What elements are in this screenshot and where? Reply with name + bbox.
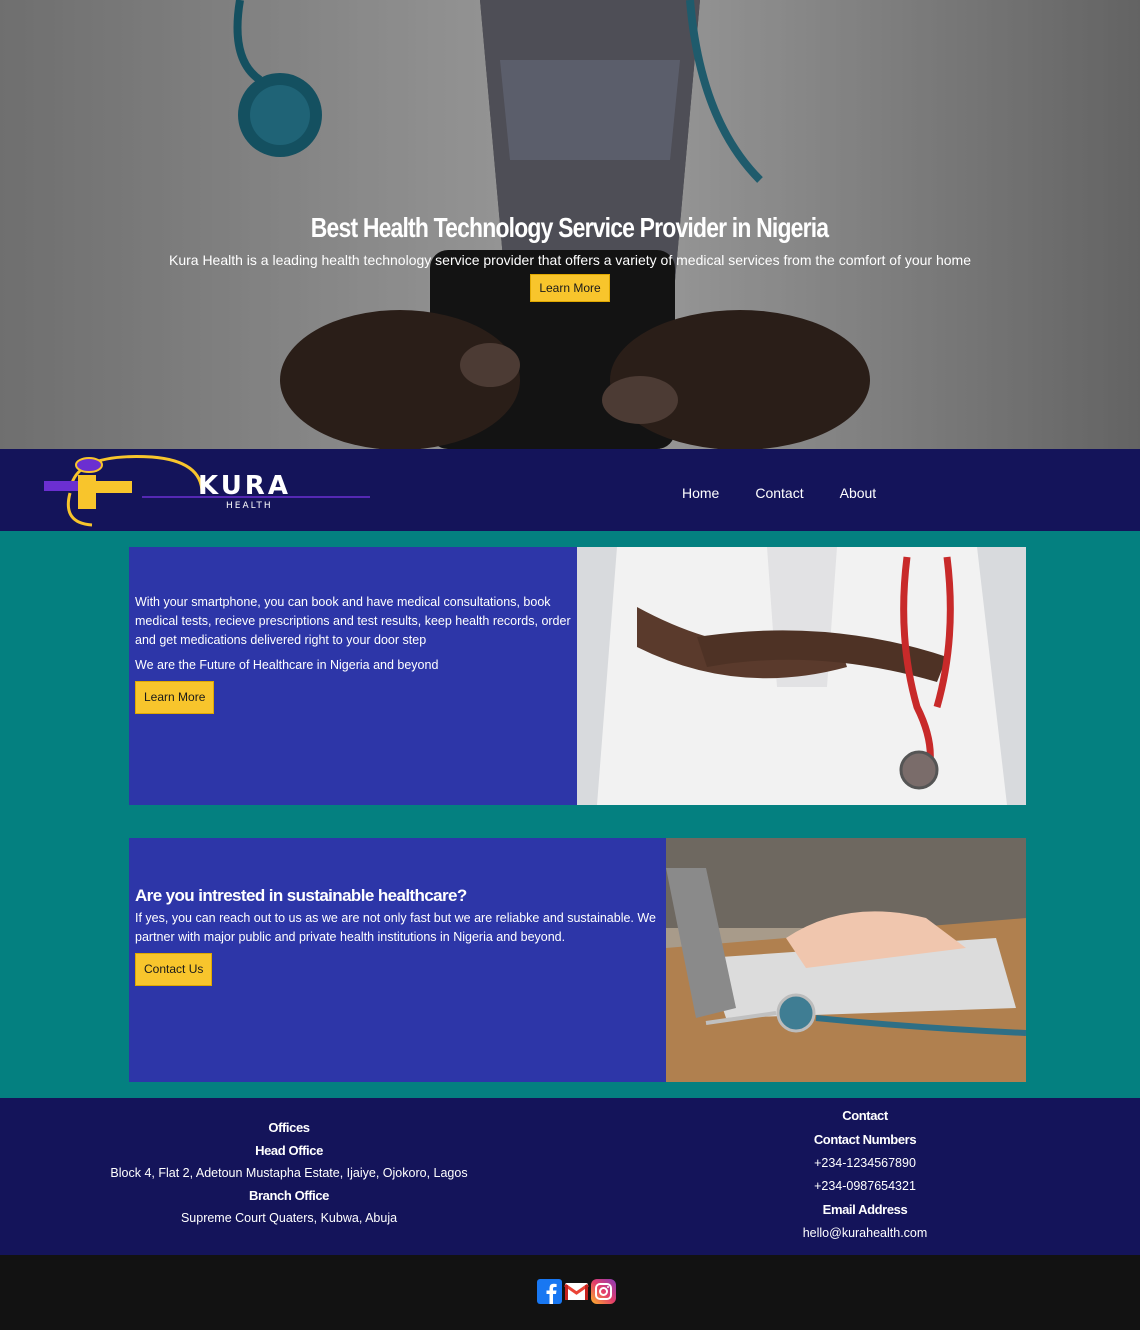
- branch-office-address: Supreme Court Quaters, Kubwa, Abuja: [180, 1211, 398, 1225]
- kura-health-logo[interactable]: KURA HEALTH: [42, 453, 372, 527]
- services-tagline: We are the Future of Healthcare in Niger…: [135, 658, 439, 672]
- partnership-heading: Are you intrested in sustainable healthc…: [135, 886, 467, 905]
- nav-home-link[interactable]: Home: [682, 485, 719, 501]
- social-icons: [537, 1279, 616, 1304]
- head-office-label: Head Office: [255, 1143, 323, 1158]
- offices-column: Offices Head Office Block 4, Flat 2, Ade…: [89, 1120, 489, 1233]
- contact-column: Contact Contact Numbers +234-1234567890 …: [715, 1108, 1015, 1249]
- email-address-label: Email Address: [822, 1202, 908, 1217]
- services-card-text: With your smartphone, you can book and h…: [129, 547, 577, 805]
- nav-contact-link[interactable]: Contact: [755, 485, 803, 501]
- services-card: With your smartphone, you can book and h…: [129, 547, 1026, 805]
- partnership-card: Are you intrested in sustainable healthc…: [129, 838, 1026, 1082]
- head-office-address: Block 4, Flat 2, Adetoun Mustapha Estate…: [110, 1166, 468, 1180]
- hero-learn-more-button[interactable]: Learn More: [530, 274, 610, 302]
- doctor-stethoscope-photo: [577, 547, 1026, 805]
- hero-content: Best Health Technology Service Provider …: [0, 212, 1140, 302]
- email-address[interactable]: hello@kurahealth.com: [715, 1226, 1015, 1240]
- contact-numbers-label: Contact Numbers: [813, 1132, 917, 1147]
- services-paragraph: With your smartphone, you can book and h…: [135, 595, 571, 647]
- nav-about-link[interactable]: About: [840, 485, 877, 501]
- partnership-paragraph: If yes, you can reach out to us as we ar…: [135, 911, 656, 944]
- phone-number-2[interactable]: +234-0987654321: [715, 1179, 1015, 1193]
- footer: Offices Head Office Block 4, Flat 2, Ade…: [0, 1098, 1140, 1255]
- facebook-icon[interactable]: [537, 1279, 562, 1304]
- logo-subtext: HEALTH: [226, 501, 273, 511]
- services-learn-more-button[interactable]: Learn More: [135, 681, 215, 714]
- social-bar: [0, 1255, 1140, 1330]
- instagram-icon[interactable]: [591, 1279, 616, 1304]
- partnership-card-text: Are you intrested in sustainable healthc…: [129, 838, 666, 1082]
- navbar: KURA HEALTH Home Contact About: [0, 449, 1140, 531]
- contact-us-button[interactable]: Contact Us: [135, 953, 213, 986]
- hero-subtitle: Kura Health is a leading health technolo…: [168, 252, 972, 268]
- logo-text: KURA: [198, 471, 291, 501]
- main-content: With your smartphone, you can book and h…: [0, 531, 1140, 1098]
- gmail-icon[interactable]: [564, 1279, 589, 1304]
- hero-title: Best Health Technology Service Provider …: [311, 212, 829, 243]
- phone-number-1[interactable]: +234-1234567890: [715, 1156, 1015, 1170]
- branch-office-label: Branch Office: [248, 1188, 330, 1203]
- nav-links: Home Contact About: [682, 485, 876, 501]
- contact-heading: Contact: [842, 1108, 888, 1123]
- offices-heading: Offices: [268, 1120, 310, 1135]
- hero-section: Best Health Technology Service Provider …: [0, 0, 1140, 449]
- laptop-stethoscope-photo: [666, 838, 1026, 1082]
